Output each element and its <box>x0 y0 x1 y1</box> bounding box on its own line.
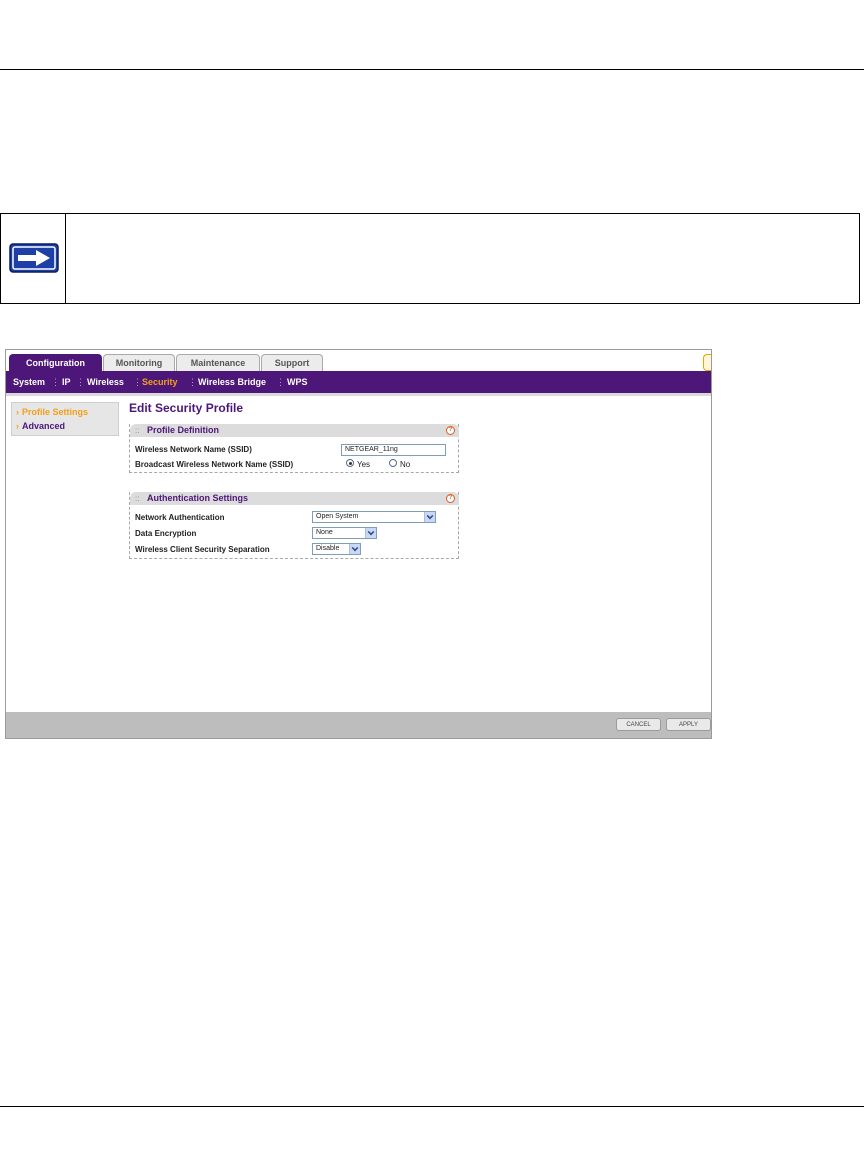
subnav-wps[interactable]: WPS <box>287 371 308 393</box>
subnav-separator: ⋮ <box>76 377 85 387</box>
client-separation-label: Wireless Client Security Separation <box>135 545 270 554</box>
broadcast-yes-label: Yes <box>357 460 371 469</box>
sub-navigation: System ⋮ IP ⋮ Wireless ⋮ Security ⋮ Wire… <box>6 371 711 393</box>
ssid-label: Wireless Network Name (SSID) <box>135 445 252 454</box>
chevron-down-icon <box>349 544 360 554</box>
subnav-separator: ⋮ <box>188 377 197 387</box>
router-admin-screenshot: Configuration Monitoring Maintenance Sup… <box>5 349 712 739</box>
sidebar: › Profile Settings › Advanced <box>11 402 119 436</box>
broadcast-no-radio[interactable] <box>389 459 397 467</box>
subnav-shadow-strip <box>6 393 711 396</box>
sidebar-item-label: Profile Settings <box>22 407 89 417</box>
ssid-input[interactable]: NETGEAR_11ng <box>341 444 446 456</box>
logout-corner[interactable] <box>703 354 711 371</box>
client-separation-value: Disable <box>316 545 340 552</box>
subnav-wireless[interactable]: Wireless <box>87 371 124 393</box>
note-icon-cell <box>1 214 66 303</box>
main-tabs: Configuration Monitoring Maintenance Sup… <box>6 350 711 371</box>
client-separation-select[interactable]: Disable <box>312 543 361 555</box>
section-title: Authentication Settings <box>147 493 248 503</box>
network-authentication-value: Open System <box>316 513 359 520</box>
authentication-settings-section: :: Authentication Settings ? Network Aut… <box>129 492 459 559</box>
subnav-separator: ⋮ <box>133 377 142 387</box>
chevron-down-icon <box>424 512 435 522</box>
data-encryption-value: None <box>316 529 333 536</box>
subnav-separator: ⋮ <box>51 377 60 387</box>
network-authentication-select[interactable]: Open System <box>312 511 436 523</box>
profile-definition-section: :: Profile Definition ? Wireless Network… <box>129 424 459 473</box>
subnav-system[interactable]: System <box>13 371 45 393</box>
cancel-button[interactable]: CANCEL <box>616 718 661 731</box>
apply-button[interactable]: APPLY <box>666 718 711 731</box>
data-encryption-select[interactable]: None <box>312 527 377 539</box>
right-arrow-icon <box>9 243 59 273</box>
chevron-right-icon: › <box>16 421 19 431</box>
network-authentication-label: Network Authentication <box>135 513 225 522</box>
tab-monitoring[interactable]: Monitoring <box>103 354 175 371</box>
sidebar-item-profile-settings[interactable]: › Profile Settings <box>16 407 88 417</box>
help-icon[interactable]: ? <box>446 426 455 435</box>
chevron-right-icon: › <box>16 407 19 417</box>
broadcast-no-label: No <box>400 460 411 469</box>
section-header: :: Authentication Settings ? <box>130 492 459 505</box>
subnav-wireless-bridge[interactable]: Wireless Bridge <box>198 371 266 393</box>
broadcast-ssid-label: Broadcast Wireless Network Name (SSID) <box>135 460 294 469</box>
tab-configuration[interactable]: Configuration <box>9 354 102 371</box>
header-rule <box>0 69 864 70</box>
footer-rule <box>0 1106 864 1107</box>
broadcast-yes-radio[interactable] <box>346 459 354 467</box>
section-header: :: Profile Definition ? <box>130 424 459 437</box>
tab-support[interactable]: Support <box>261 354 323 371</box>
chevron-down-icon <box>365 528 376 538</box>
tab-maintenance[interactable]: Maintenance <box>176 354 260 371</box>
section-title: Profile Definition <box>147 425 219 435</box>
data-encryption-label: Data Encryption <box>135 529 197 538</box>
drag-grip-icon: :: <box>135 426 140 435</box>
subnav-ip[interactable]: IP <box>62 371 71 393</box>
page-title: Edit Security Profile <box>129 401 244 415</box>
subnav-separator: ⋮ <box>276 377 285 387</box>
sidebar-item-advanced[interactable]: › Advanced <box>16 421 65 431</box>
action-footer: CANCEL APPLY <box>6 712 711 738</box>
sidebar-item-label: Advanced <box>22 421 66 431</box>
drag-grip-icon: :: <box>135 494 140 503</box>
help-icon[interactable]: ? <box>446 494 455 503</box>
subnav-security[interactable]: Security <box>142 371 178 393</box>
note-box <box>0 213 860 304</box>
